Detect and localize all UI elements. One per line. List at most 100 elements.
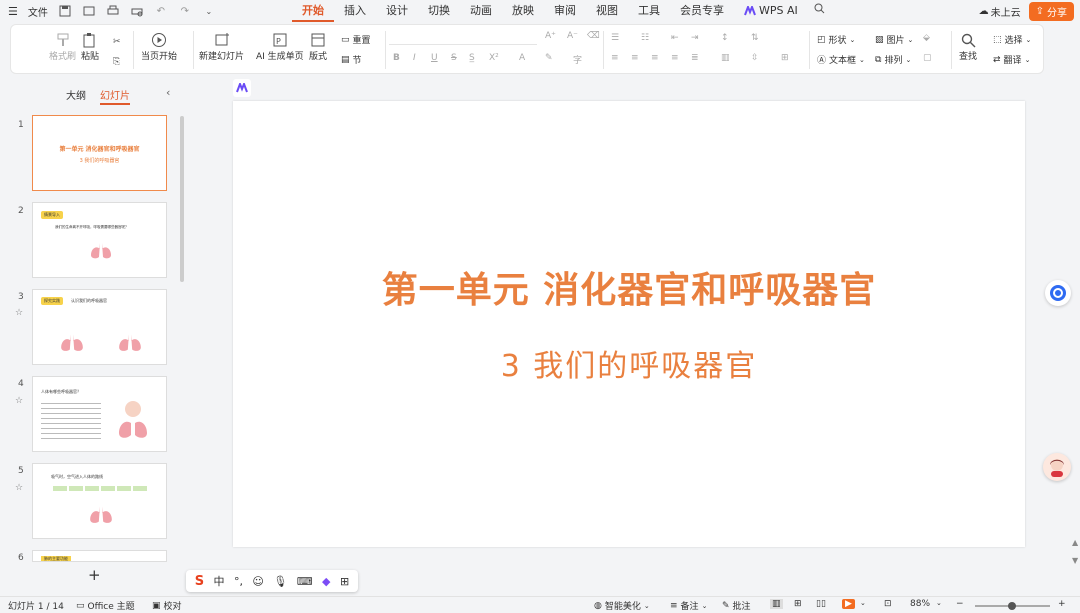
superscript-button[interactable]: X² — [489, 53, 499, 63]
grid-menu-icon[interactable]: ⊞ — [340, 575, 349, 588]
share-button[interactable]: ⇪ 分享 — [1028, 2, 1074, 21]
underline-button[interactable]: U — [431, 53, 438, 63]
columns-icon[interactable]: ▥ — [721, 53, 730, 63]
textbox-button[interactable]: Ⓐ 文本框 ⌄ — [817, 53, 865, 67]
indent-decrease-icon[interactable]: ⇤ — [671, 33, 679, 43]
shape-button[interactable]: ◰ 形状 ⌄ — [817, 33, 855, 47]
print-preview-icon[interactable] — [130, 4, 144, 18]
highlight-icon[interactable]: ✎ — [545, 53, 553, 63]
zoom-slider-knob[interactable] — [1008, 602, 1016, 610]
slide-sorter-icon[interactable]: ⊞ — [794, 599, 802, 609]
ime-language-toggle[interactable]: 中 — [214, 573, 225, 589]
indent-increase-icon[interactable]: ⇥ — [691, 33, 699, 43]
star-icon[interactable]: ☆ — [15, 396, 23, 406]
reset-button[interactable]: ▭ 重置 — [341, 33, 371, 47]
slide-subtitle[interactable]: 3 我们的呼吸器官 — [233, 341, 1025, 385]
select-button[interactable]: ⬚ 选择 ⌄ — [993, 33, 1031, 47]
slide-thumbnail-6[interactable]: 肺的主要功能 — [32, 550, 167, 562]
fill-icon[interactable]: ⬙ — [923, 33, 930, 43]
picture-button[interactable]: ▧ 图片 ⌄ — [875, 33, 913, 47]
distribute-icon[interactable]: ≣ — [691, 53, 699, 63]
menu-icon[interactable]: ☰ — [8, 5, 18, 18]
normal-view-icon[interactable]: ▥ — [770, 599, 783, 609]
proofing-button[interactable]: ▣ 校对 — [152, 599, 182, 613]
tab-home[interactable]: 开始 — [292, 0, 334, 22]
search-icon[interactable] — [808, 0, 831, 22]
ai-assistant-button[interactable] — [1045, 280, 1071, 306]
numbered-list-icon[interactable]: ☷ — [641, 33, 649, 43]
text-direction-icon[interactable]: ⇅ — [751, 33, 759, 43]
tab-transitions[interactable]: 切换 — [418, 0, 460, 22]
cut-icon[interactable]: ✂ — [113, 33, 121, 51]
emoji-icon[interactable]: ☺ — [252, 575, 263, 588]
slide-thumbnail-3[interactable]: 探究实践 认识我们的呼吸器官 — [32, 289, 167, 365]
play-slideshow-icon[interactable]: ▶ — [842, 599, 855, 609]
outline-icon[interactable]: ▢ — [923, 53, 932, 63]
slide-thumbnail-2[interactable]: 情景导入 我们的生命离不开呼吸，呼吸需要哪些器官呢？ — [32, 202, 167, 278]
italic-button[interactable]: I — [413, 53, 416, 63]
punctuation-icon[interactable]: °, — [234, 575, 243, 588]
tab-wps-ai[interactable]: WPS AI — [734, 0, 808, 22]
reading-view-icon[interactable]: ▯▯ — [816, 599, 826, 609]
slide-title[interactable]: 第一单元 消化器官和呼吸器官 — [233, 261, 1025, 313]
file-menu[interactable]: 文件 — [28, 4, 48, 19]
font-family-select[interactable] — [389, 31, 537, 45]
vertical-align-icon[interactable]: ⇳ — [751, 53, 759, 63]
line-spacing-icon[interactable]: ↕ — [721, 33, 729, 43]
tab-slideshow[interactable]: 放映 — [502, 0, 544, 22]
print-icon[interactable] — [106, 4, 120, 18]
theme-indicator[interactable]: ▭ Office 主题 — [76, 599, 135, 613]
slide-thumbnail-1[interactable]: 第一单元 消化器官和呼吸器官 3 我们的呼吸器官 — [32, 115, 167, 191]
collapse-panel-icon[interactable]: ‹ — [166, 86, 170, 99]
arrange-button[interactable]: ⧉ 排列 ⌄ — [875, 53, 911, 67]
layout-button[interactable]: 版式 — [309, 31, 327, 62]
export-icon[interactable] — [82, 4, 96, 18]
tab-outline[interactable]: 大纲 — [66, 87, 86, 105]
format-painter-button[interactable]: 格式刷 — [49, 31, 76, 62]
chevron-down-icon[interactable]: ⌄ — [860, 599, 866, 607]
align-center-icon[interactable]: ≡ — [631, 53, 639, 63]
scroll-down-icon[interactable]: ▼ — [1072, 556, 1078, 565]
sogou-icon[interactable]: S — [195, 574, 204, 589]
cloud-status[interactable]: ☁ 未上云 — [979, 4, 1021, 19]
chevron-down-icon[interactable]: ⌄ — [202, 4, 216, 18]
smartart-icon[interactable]: ⊞ — [781, 53, 789, 63]
avatar[interactable] — [1043, 453, 1071, 481]
tab-slides[interactable]: 幻灯片 — [100, 87, 130, 105]
slide-canvas[interactable]: 第一单元 消化器官和呼吸器官 3 我们的呼吸器官 — [233, 101, 1025, 547]
microphone-icon[interactable]: 🎙 — [273, 575, 287, 588]
smart-beautify-button[interactable]: ◍ 智能美化 ⌄ — [594, 599, 650, 613]
tab-review[interactable]: 审阅 — [544, 0, 586, 22]
slide-thumbnail-4[interactable]: 人体有哪些呼吸器官？ — [32, 376, 167, 452]
star-icon[interactable]: ☆ — [15, 483, 23, 493]
copy-icon[interactable]: ⎘ — [113, 53, 120, 71]
fit-window-icon[interactable]: ⊡ — [884, 599, 892, 609]
undo-icon[interactable]: ↶ — [154, 4, 168, 18]
keyboard-icon[interactable]: ⌨ — [297, 575, 313, 588]
star-icon[interactable]: ☆ — [15, 308, 23, 318]
font-decrease-button[interactable]: A⁻ — [567, 31, 578, 41]
zoom-out-icon[interactable]: − — [956, 599, 964, 609]
shadow-icon[interactable]: S̲ — [469, 53, 475, 63]
ai-generate-slide-button[interactable]: P AI 生成单页 — [256, 31, 304, 62]
tab-insert[interactable]: 插入 — [334, 0, 376, 22]
panel-scrollbar[interactable] — [180, 116, 184, 282]
new-slide-button[interactable]: 新建幻灯片 — [199, 31, 244, 62]
tab-design[interactable]: 设计 — [376, 0, 418, 22]
save-icon[interactable] — [58, 4, 72, 18]
translate-button[interactable]: ⇄ 翻译 ⌄ — [993, 53, 1030, 67]
font-color-icon[interactable]: A — [519, 53, 525, 63]
zoom-level[interactable]: 88% — [910, 599, 930, 609]
tab-member[interactable]: 会员专享 — [670, 0, 734, 22]
tab-animation[interactable]: 动画 — [460, 0, 502, 22]
paste-button[interactable]: 粘贴 — [81, 31, 99, 62]
bullet-list-icon[interactable]: ☰ — [611, 33, 619, 43]
align-right-icon[interactable]: ≡ — [651, 53, 659, 63]
chevron-down-icon[interactable]: ⌄ — [936, 599, 942, 607]
start-from-current-button[interactable]: 当页开始 — [141, 31, 177, 62]
text-effect-icon[interactable]: 字 — [573, 53, 582, 66]
bold-button[interactable]: B — [393, 53, 400, 63]
comments-button[interactable]: ✎ 批注 — [722, 599, 751, 613]
tab-tools[interactable]: 工具 — [628, 0, 670, 22]
add-slide-button[interactable]: + — [88, 566, 101, 584]
